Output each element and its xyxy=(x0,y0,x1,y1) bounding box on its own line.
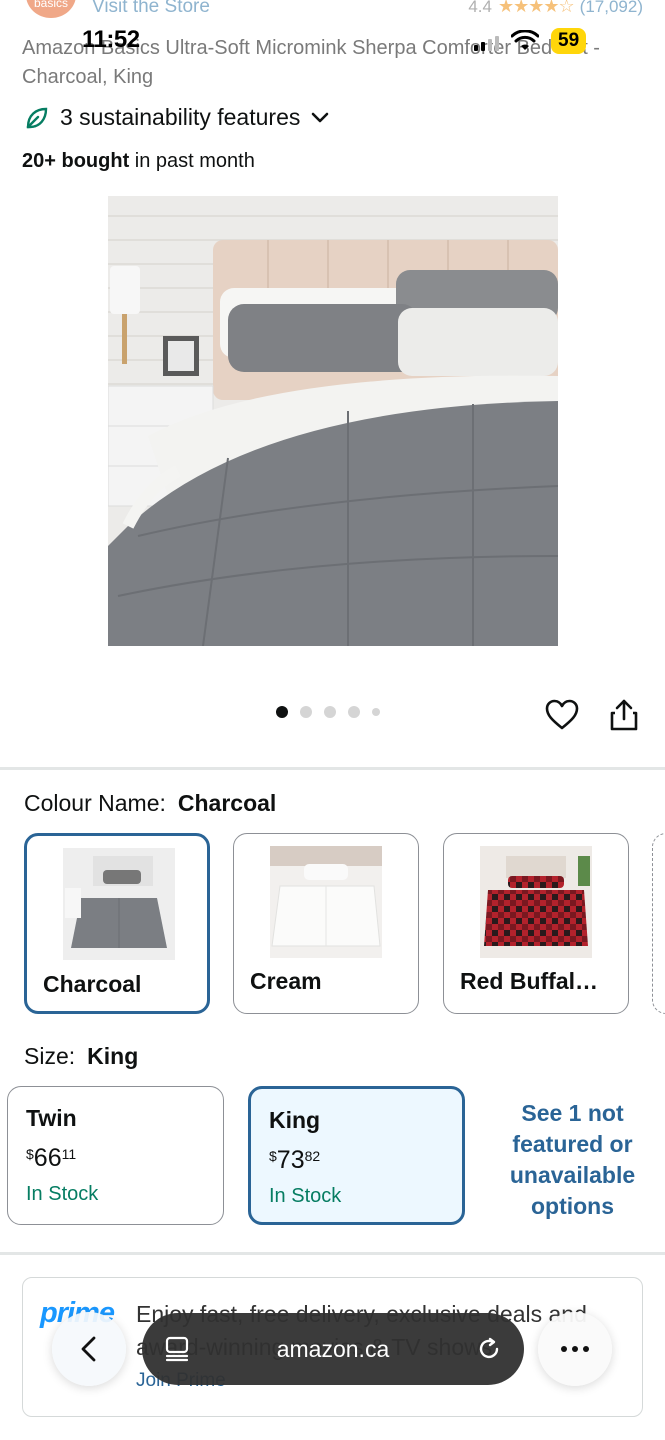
chevron-down-icon xyxy=(312,112,329,122)
colour-label-text: Colour Name: xyxy=(24,790,166,816)
share-button[interactable] xyxy=(606,697,642,733)
swatch-label: Cream xyxy=(250,968,322,994)
see-unavailable-options-link[interactable]: See 1 not featured or unavailable option… xyxy=(490,1098,655,1222)
swatch-image xyxy=(480,846,592,958)
add-to-wishlist-button[interactable] xyxy=(544,697,580,733)
bought-rest: in past month xyxy=(129,150,255,172)
pagination-dot[interactable] xyxy=(324,706,336,718)
price-cents: 82 xyxy=(304,1148,321,1164)
back-button[interactable] xyxy=(52,1312,126,1386)
heart-icon xyxy=(545,699,579,730)
colour-option-more[interactable] xyxy=(652,833,665,1014)
price-cents: 11 xyxy=(61,1146,77,1162)
size-name: Twin xyxy=(26,1105,77,1131)
section-divider xyxy=(0,1252,665,1255)
swatch-image xyxy=(270,846,382,958)
more-dot xyxy=(561,1346,567,1352)
size-name: King xyxy=(269,1107,321,1133)
stock-status: In Stock xyxy=(269,1185,342,1207)
colour-option-red-buffalo[interactable]: Red Buffal… xyxy=(443,833,629,1014)
swatch-image xyxy=(63,848,175,960)
reload-icon[interactable] xyxy=(476,1336,502,1362)
image-pagination-dots[interactable] xyxy=(276,706,380,718)
swatch-label: Red Buffal… xyxy=(460,968,598,994)
status-indicators: 59 xyxy=(474,28,587,54)
address-bar[interactable]: amazon.ca xyxy=(142,1313,524,1385)
more-dot xyxy=(583,1346,589,1352)
tab-overview-icon[interactable] xyxy=(164,1335,190,1363)
colour-option-charcoal[interactable]: Charcoal xyxy=(24,833,210,1014)
wifi-icon xyxy=(511,30,539,50)
size-option-king[interactable]: King $73 82 In Stock xyxy=(248,1086,465,1225)
pagination-dot[interactable] xyxy=(300,706,312,718)
pagination-dot[interactable] xyxy=(372,708,380,716)
size-selected-value: King xyxy=(87,1043,139,1069)
more-dot xyxy=(572,1346,578,1352)
bought-in-past-month: 20+ bought in past month xyxy=(22,150,255,173)
price-dollars: 66 xyxy=(33,1144,62,1172)
share-icon xyxy=(610,699,638,731)
brand-logo[interactable]: basics xyxy=(26,0,76,18)
chevron-left-icon xyxy=(81,1336,96,1362)
colour-option-cream[interactable]: Cream xyxy=(233,833,419,1014)
size-option-twin[interactable]: Twin $66 11 In Stock xyxy=(7,1086,224,1225)
more-options-button[interactable] xyxy=(538,1312,612,1386)
size-price: $73 82 xyxy=(269,1146,444,1175)
stock-status: In Stock xyxy=(26,1183,99,1205)
rating-summary[interactable]: 4.4 ★★★★☆ (17,092) xyxy=(468,0,643,17)
size-price: $66 11 xyxy=(26,1144,205,1173)
sustainability-features-toggle[interactable]: 3 sustainability features xyxy=(24,104,330,131)
colour-selected-value: Charcoal xyxy=(177,790,277,816)
rating-count[interactable]: (17,092) xyxy=(580,0,643,17)
brand-logo-text: basics xyxy=(33,0,68,10)
size-label-text: Size: xyxy=(24,1043,76,1069)
battery-indicator: 59 xyxy=(551,28,587,54)
visit-store-link[interactable]: Visit the Store xyxy=(92,0,210,18)
price-currency: $ xyxy=(26,1146,34,1162)
sustainability-label: 3 sustainability features xyxy=(60,104,301,130)
price-dollars: 73 xyxy=(276,1146,305,1174)
star-rating-icon: ★★★★☆ xyxy=(497,0,575,16)
status-time: 11:52 xyxy=(82,26,140,53)
swatch-label: Charcoal xyxy=(43,971,142,997)
colour-name-label: Colour Name: Charcoal xyxy=(24,790,276,817)
price-currency: $ xyxy=(269,1148,277,1164)
bought-count: 20+ bought xyxy=(22,150,130,172)
rating-value: 4.4 xyxy=(468,0,492,16)
url-text: amazon.ca xyxy=(276,1335,390,1362)
product-image[interactable] xyxy=(108,196,558,646)
section-divider xyxy=(0,767,665,770)
leaf-icon xyxy=(26,107,48,128)
cellular-signal-icon xyxy=(474,31,499,51)
size-label: Size: King xyxy=(24,1043,138,1070)
pagination-dot[interactable] xyxy=(348,706,360,718)
pagination-dot-active[interactable] xyxy=(276,706,288,718)
bed-illustration xyxy=(108,196,558,646)
